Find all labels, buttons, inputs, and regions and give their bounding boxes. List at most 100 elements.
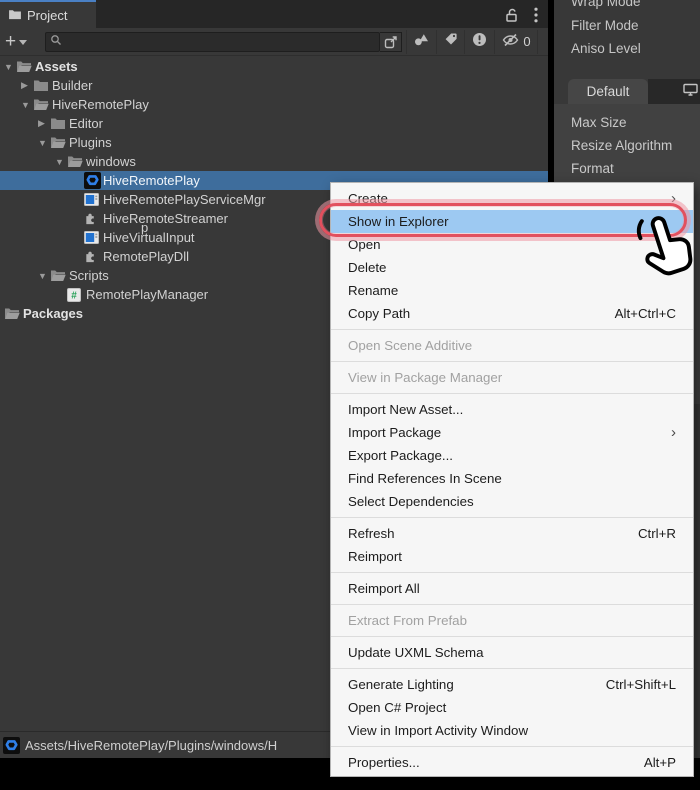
tree-item-label: Assets bbox=[34, 59, 78, 74]
inspector-label-resize-algorithm: Resize Algorithm bbox=[571, 138, 672, 153]
exe-file-icon bbox=[84, 193, 102, 206]
submenu-arrow-icon: › bbox=[671, 425, 676, 440]
menu-separator bbox=[331, 517, 693, 518]
menu-item-label: Reimport All bbox=[348, 581, 420, 596]
menu-item-rename[interactable]: Rename bbox=[331, 279, 693, 302]
kebab-menu-icon[interactable] bbox=[534, 7, 538, 28]
folder-open-icon bbox=[33, 98, 51, 111]
tree-item-assets[interactable]: ▼ Assets bbox=[0, 57, 548, 76]
foldout-expanded-icon[interactable]: ▼ bbox=[4, 62, 16, 72]
foldout-collapsed-icon[interactable]: ▶ bbox=[38, 118, 50, 129]
menu-item-extract-from-prefab[interactable]: Extract From Prefab bbox=[331, 609, 693, 632]
tab-project[interactable]: Project bbox=[0, 0, 96, 28]
unlock-icon[interactable] bbox=[505, 8, 518, 27]
menu-separator bbox=[331, 361, 693, 362]
folder-open-icon bbox=[16, 60, 34, 73]
menu-item-shortcut: Alt+Ctrl+C bbox=[615, 306, 676, 321]
tab-default[interactable]: Default bbox=[568, 79, 648, 104]
menu-item-label: Open Scene Additive bbox=[348, 338, 472, 353]
tree-item-label: RemotePlayManager bbox=[85, 287, 208, 302]
folder-open-icon bbox=[67, 155, 85, 168]
hive-logo-icon bbox=[3, 737, 21, 754]
menu-item-label: Generate Lighting bbox=[348, 677, 454, 692]
tree-item-label: Packages bbox=[22, 306, 83, 321]
filter-by-type-button[interactable] bbox=[406, 30, 436, 54]
menu-item-open-c-project[interactable]: Open C# Project bbox=[331, 696, 693, 719]
open-in-search-button[interactable] bbox=[380, 32, 402, 52]
selected-asset-path: Assets/HiveRemotePlay/Plugins/windows/H bbox=[25, 738, 277, 753]
inspector-label-max-size: Max Size bbox=[571, 115, 627, 130]
menu-item-label: Reimport bbox=[348, 549, 402, 564]
menu-item-shortcut: Alt+P bbox=[644, 755, 676, 770]
search-input[interactable] bbox=[62, 35, 375, 49]
foldout-expanded-icon[interactable]: ▼ bbox=[38, 271, 50, 281]
menu-separator bbox=[331, 329, 693, 330]
monitor-icon[interactable] bbox=[683, 83, 698, 101]
tree-item-label: HiveRemotePlay bbox=[51, 97, 149, 112]
csharp-script-icon: # bbox=[67, 288, 85, 302]
foldout-collapsed-icon[interactable]: ▶ bbox=[21, 80, 33, 91]
menu-item-copy-path[interactable]: Copy Path Alt+Ctrl+C bbox=[331, 302, 693, 325]
tree-item-plugins[interactable]: ▼ Plugins bbox=[0, 133, 548, 152]
tree-item-editor[interactable]: ▶Editor bbox=[0, 114, 548, 133]
menu-item-open-scene-additive[interactable]: Open Scene Additive bbox=[331, 334, 693, 357]
foldout-expanded-icon[interactable]: ▼ bbox=[55, 157, 67, 167]
menu-separator bbox=[331, 604, 693, 605]
import-log-button[interactable] bbox=[464, 30, 494, 54]
folder-tab-icon bbox=[8, 8, 22, 23]
menu-item-find-references-in-scene[interactable]: Find References In Scene bbox=[331, 467, 693, 490]
menu-item-update-uxml-schema[interactable]: Update UXML Schema bbox=[331, 641, 693, 664]
menu-item-refresh[interactable]: RefreshCtrl+R bbox=[331, 522, 693, 545]
create-asset-button[interactable]: + bbox=[5, 34, 45, 50]
menu-item-view-in-package-manager[interactable]: View in Package Manager bbox=[331, 366, 693, 389]
dll-puzzle-icon bbox=[84, 212, 102, 225]
foldout-expanded-icon[interactable]: ▼ bbox=[21, 100, 33, 110]
platform-tab-strip bbox=[648, 79, 700, 104]
tab-bar: Project bbox=[0, 0, 548, 28]
tree-item-builder[interactable]: ▶Builder bbox=[0, 76, 548, 95]
menu-item-label: Copy Path bbox=[348, 306, 410, 321]
chevron-down-icon bbox=[19, 40, 27, 45]
menu-item-label: Open C# Project bbox=[348, 700, 446, 715]
tag-icon bbox=[444, 32, 458, 51]
filter-by-label-button[interactable] bbox=[436, 30, 464, 54]
menu-item-label: Properties... bbox=[348, 755, 420, 770]
menu-item-label: Update UXML Schema bbox=[348, 645, 484, 660]
svg-text:#: # bbox=[71, 290, 77, 301]
eye-slash-icon bbox=[501, 33, 520, 50]
menu-separator bbox=[331, 393, 693, 394]
tree-item-label: RemotePlayDll bbox=[102, 249, 189, 264]
hidden-packages-button[interactable]: 0 bbox=[494, 30, 538, 54]
menu-item-generate-lighting[interactable]: Generate LightingCtrl+Shift+L bbox=[331, 673, 693, 696]
folder-open-icon bbox=[50, 269, 68, 282]
foldout-expanded-icon[interactable]: ▼ bbox=[38, 138, 50, 148]
menu-item-label: View in Import Activity Window bbox=[348, 723, 528, 738]
menu-item-import-new-asset[interactable]: Import New Asset... bbox=[331, 398, 693, 421]
menu-item-label: Rename bbox=[348, 283, 398, 298]
menu-separator bbox=[331, 636, 693, 637]
tree-item-hiveremoteplay[interactable]: ▼ HiveRemotePlay bbox=[0, 95, 548, 114]
menu-separator bbox=[331, 572, 693, 573]
inspector-label-format: Format bbox=[571, 161, 614, 176]
menu-item-label: View in Package Manager bbox=[348, 370, 502, 385]
tree-item-label: HiveVirtualInput bbox=[102, 230, 195, 245]
tree-item-label: Plugins bbox=[68, 135, 112, 150]
tree-item-label: HiveRemotePlay bbox=[102, 173, 200, 188]
menu-item-shortcut: Ctrl+R bbox=[638, 526, 676, 541]
inspector-edge-text: p bbox=[141, 220, 148, 235]
search-box[interactable] bbox=[45, 32, 380, 52]
exclamation-circle-icon bbox=[472, 32, 487, 52]
tree-item-label: windows bbox=[85, 154, 136, 169]
menu-item-properties[interactable]: Properties... Alt+P bbox=[331, 751, 693, 774]
tree-item-windows[interactable]: ▼ windows bbox=[0, 152, 548, 171]
plus-icon: + bbox=[5, 34, 16, 50]
exe-file-icon bbox=[84, 231, 102, 244]
menu-item-select-dependencies[interactable]: Select Dependencies bbox=[331, 490, 693, 513]
menu-item-reimport-all[interactable]: Reimport All bbox=[331, 577, 693, 600]
dll-puzzle-icon bbox=[84, 250, 102, 263]
menu-item-export-package[interactable]: Export Package... bbox=[331, 444, 693, 467]
menu-item-view-in-import-activity-window[interactable]: View in Import Activity Window bbox=[331, 719, 693, 742]
folder-open-icon bbox=[50, 136, 68, 149]
menu-item-import-package[interactable]: Import Package› bbox=[331, 421, 693, 444]
menu-item-reimport[interactable]: Reimport bbox=[331, 545, 693, 568]
